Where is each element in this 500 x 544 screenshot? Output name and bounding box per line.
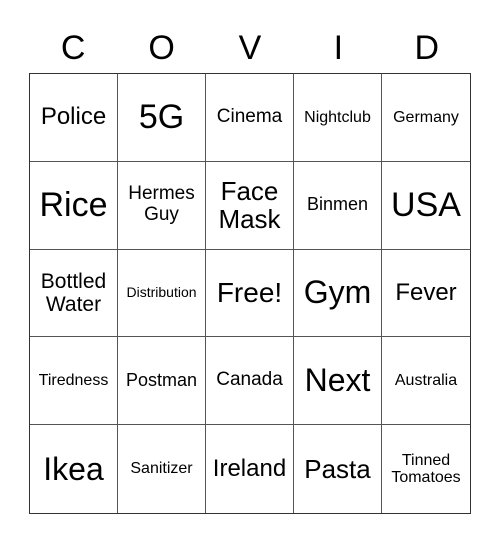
bingo-cell[interactable]: Face Mask (206, 161, 294, 250)
bingo-cell[interactable]: Fever (382, 250, 470, 338)
header-letter-d: D (414, 29, 440, 67)
bingo-cell[interactable]: Ireland (206, 425, 294, 513)
header-letter-i: I (333, 29, 344, 67)
bingo-cell[interactable]: Pasta (294, 425, 382, 513)
header-letter-o: O (148, 29, 175, 67)
bingo-cell[interactable]: Next (294, 337, 382, 426)
bingo-cell[interactable]: Gym (294, 249, 382, 338)
bingo-cell[interactable]: Tiredness (30, 337, 118, 426)
bingo-cell[interactable]: Rice (30, 161, 118, 250)
bingo-cell[interactable]: Nightclub (294, 74, 382, 162)
bingo-cell[interactable]: 5G (118, 74, 206, 162)
bingo-cell[interactable]: Canada (206, 337, 294, 426)
bingo-cell[interactable]: Distribution (118, 249, 206, 338)
bingo-cell[interactable]: USA (382, 162, 470, 250)
bingo-header: C O V I D (29, 26, 471, 70)
bingo-cell[interactable]: Police (30, 74, 118, 162)
bingo-cell[interactable]: Australia (382, 337, 470, 426)
bingo-cell[interactable]: Postman (118, 337, 206, 426)
bingo-cell[interactable]: Germany (382, 74, 470, 162)
header-letter-c: C (60, 29, 86, 67)
bingo-cell[interactable]: Cinema (206, 74, 294, 162)
bingo-board: Police 5G Cinema Nightclub Germany Rice … (29, 73, 471, 514)
bingo-cell[interactable]: Ikea (30, 425, 118, 513)
header-letter-v: V (238, 29, 262, 67)
bingo-cell[interactable]: Binmen (294, 161, 382, 250)
free-space-cell[interactable]: Free! (206, 249, 294, 338)
bingo-cell[interactable]: Hermes Guy (118, 161, 206, 250)
bingo-cell[interactable]: Bottled Water (30, 249, 118, 338)
bingo-cell[interactable]: Tinned Tomatoes (382, 425, 470, 513)
bingo-cell[interactable]: Sanitizer (118, 425, 206, 513)
